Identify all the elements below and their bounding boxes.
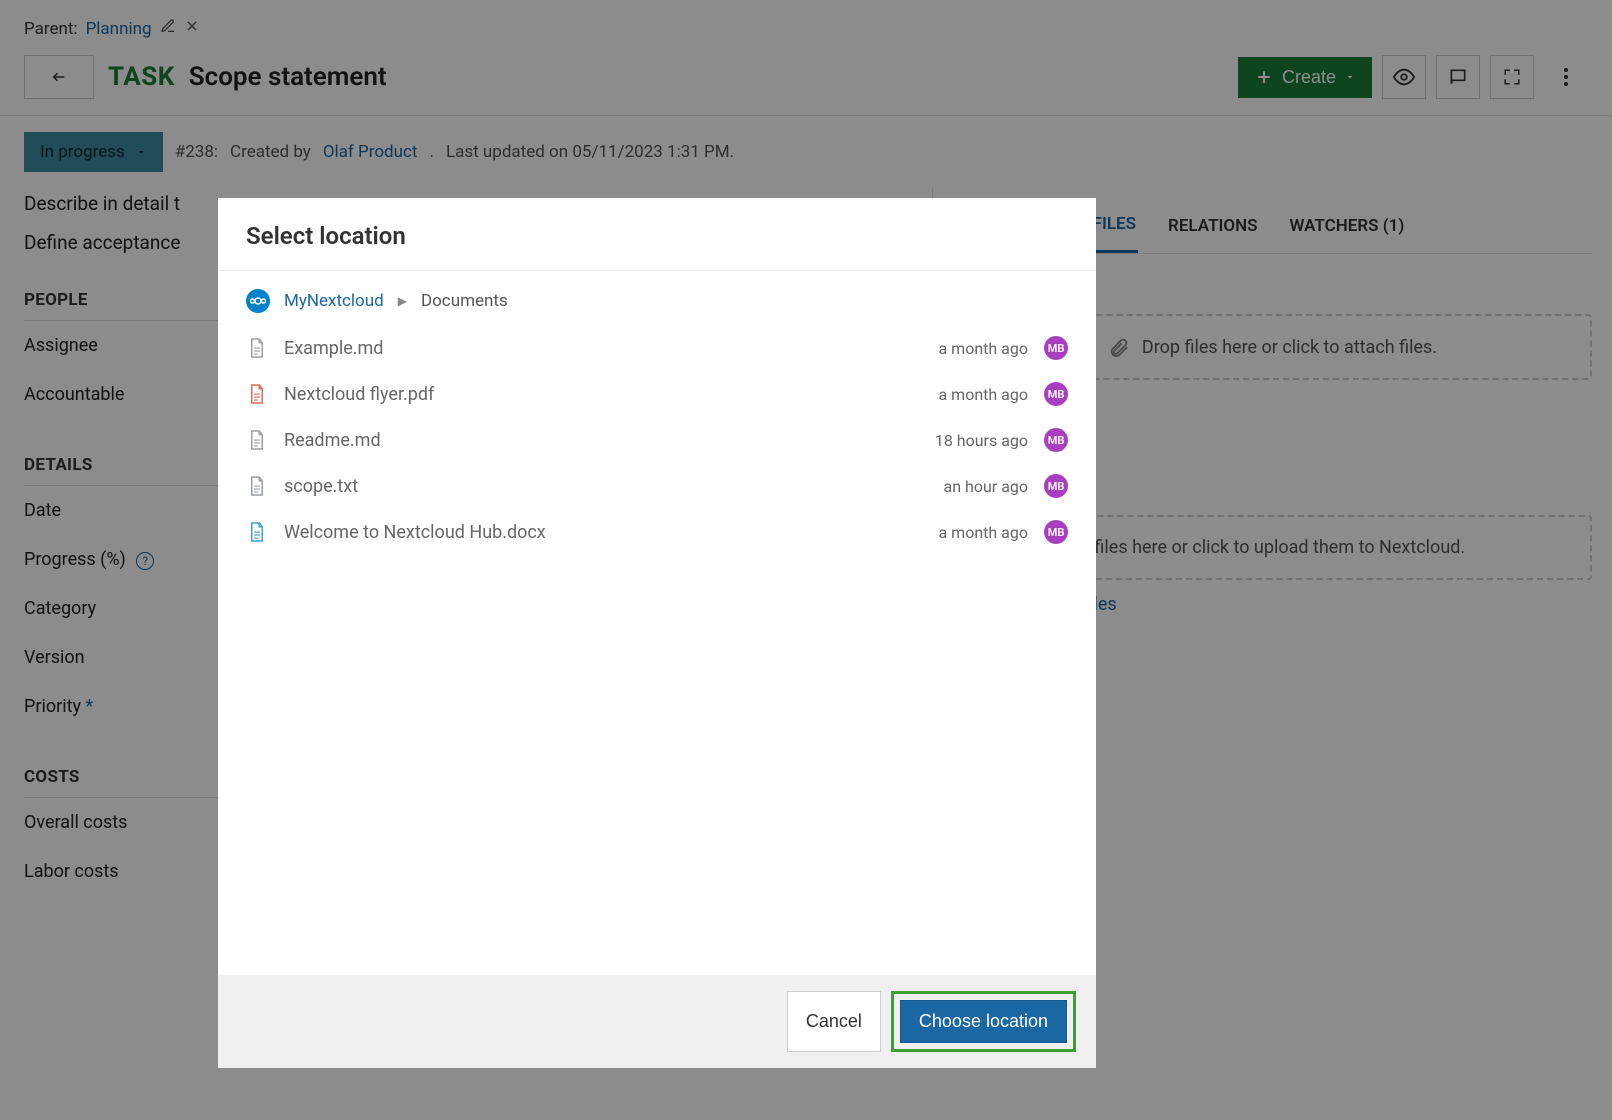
avatar: MB <box>1044 382 1068 406</box>
chevron-right-icon: ▶ <box>398 294 407 308</box>
file-name: scope.txt <box>284 476 358 497</box>
file-icon <box>246 427 268 453</box>
file-name: Nextcloud flyer.pdf <box>284 384 434 405</box>
file-row[interactable]: Welcome to Nextcloud Hub.docx a month ago… <box>246 509 1068 555</box>
breadcrumb-current: Documents <box>421 291 508 311</box>
choose-location-button[interactable]: Choose location <box>900 1000 1067 1043</box>
avatar: MB <box>1044 428 1068 452</box>
file-time: a month ago <box>939 339 1029 358</box>
breadcrumb: MyNextcloud ▶ Documents <box>246 271 1068 325</box>
file-icon <box>246 381 268 407</box>
breadcrumb-root[interactable]: MyNextcloud <box>284 291 384 311</box>
cancel-button[interactable]: Cancel <box>787 991 881 1052</box>
file-icon <box>246 473 268 499</box>
file-list: Example.mda month agoMBNextcloud flyer.p… <box>246 325 1068 555</box>
file-icon <box>246 335 268 361</box>
file-row[interactable]: scope.txt an hour ago MB <box>246 463 1068 509</box>
avatar: MB <box>1044 520 1068 544</box>
select-location-modal: Select location MyNextcloud ▶ Documents … <box>218 198 1096 1068</box>
nextcloud-icon <box>246 289 270 313</box>
file-row[interactable]: Readme.md 18 hours ago MB <box>246 417 1068 463</box>
file-time: an hour ago <box>944 477 1028 496</box>
file-time: a month ago <box>939 523 1029 542</box>
choose-highlight: Choose location <box>891 991 1076 1052</box>
file-name: Welcome to Nextcloud Hub.docx <box>284 522 546 543</box>
file-name: Example.md <box>284 338 383 359</box>
avatar: MB <box>1044 336 1068 360</box>
avatar: MB <box>1044 474 1068 498</box>
file-time: 18 hours ago <box>935 431 1028 450</box>
file-row[interactable]: Example.md a month ago MB <box>246 325 1068 371</box>
file-icon <box>246 519 268 545</box>
file-time: a month ago <box>939 385 1029 404</box>
file-name: Readme.md <box>284 430 381 451</box>
file-row[interactable]: Nextcloud flyer.pdf a month ago MB <box>246 371 1068 417</box>
modal-title: Select location <box>218 198 1096 271</box>
